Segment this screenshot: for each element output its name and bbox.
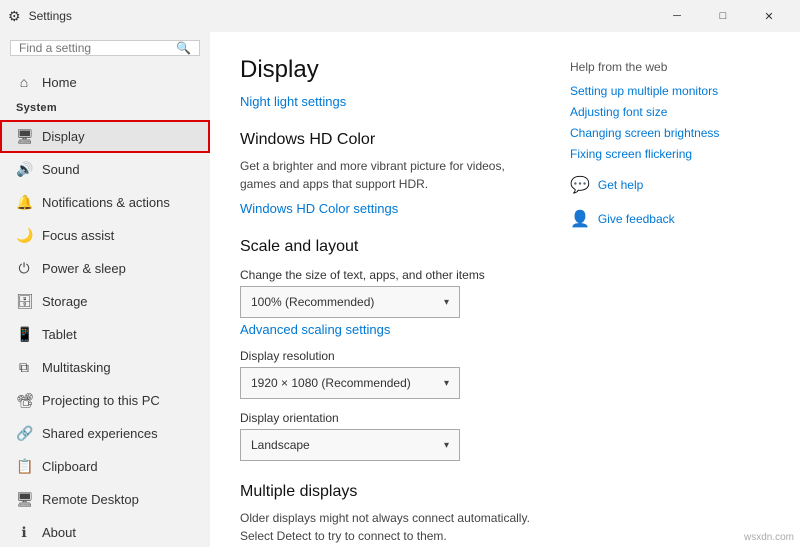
tablet-icon: 📱 (16, 326, 32, 343)
get-help-action[interactable]: 💬 Get help (570, 175, 770, 195)
search-box[interactable]: 🔍 (10, 40, 200, 56)
resolution-dropdown[interactable]: 1920 × 1080 (Recommended) ▾ (240, 367, 460, 399)
sidebar-item-notifications[interactable]: 🔔 Notifications & actions (0, 186, 210, 219)
hd-color-desc: Get a brighter and more vibrant picture … (240, 157, 530, 193)
sidebar-clipboard-label: Clipboard (42, 459, 98, 474)
sidebar-power-label: Power & sleep (42, 261, 126, 276)
help-title: Help from the web (570, 60, 770, 74)
sidebar-item-projecting[interactable]: 📽 Projecting to this PC (0, 384, 210, 417)
page-title: Display (240, 56, 530, 84)
sound-icon: 🔊 (16, 161, 32, 178)
resolution-label: Display resolution (240, 349, 530, 363)
sidebar: 🔍 ⌂ Home System 🖥 Display 🔊 Sound 🔔 Noti… (0, 32, 210, 547)
close-button[interactable]: ✕ (746, 0, 792, 32)
title-bar: ⚙ Settings ─ □ ✕ (0, 0, 800, 32)
home-icon: ⌂ (16, 74, 32, 90)
give-feedback-action[interactable]: 👤 Give feedback (570, 209, 770, 229)
help-link-font[interactable]: Adjusting font size (570, 105, 770, 119)
sidebar-item-sound[interactable]: 🔊 Sound (0, 153, 210, 186)
night-light-link[interactable]: Night light settings (240, 94, 346, 109)
sidebar-item-home[interactable]: ⌂ Home (0, 66, 210, 98)
scale-section: Scale and layout Change the size of text… (240, 238, 530, 461)
multiple-displays-desc: Older displays might not always connect … (240, 509, 530, 545)
maximize-button[interactable]: □ (700, 0, 746, 32)
get-help-icon: 💬 (570, 175, 590, 195)
sidebar-display-label: Display (42, 129, 85, 144)
sidebar-item-storage[interactable]: 🗄 Storage (0, 285, 210, 318)
scale-title: Scale and layout (240, 238, 530, 256)
help-sidebar: Help from the web Setting up multiple mo… (570, 56, 770, 523)
about-icon: ℹ (16, 524, 32, 541)
sidebar-item-remote[interactable]: 🖥 Remote Desktop (0, 483, 210, 516)
help-link-monitors[interactable]: Setting up multiple monitors (570, 84, 770, 98)
give-feedback-icon: 👤 (570, 209, 590, 229)
scale-value: 100% (Recommended) (251, 295, 374, 309)
sidebar-item-multitasking[interactable]: ⧉ Multitasking (0, 351, 210, 384)
resolution-value: 1920 × 1080 (Recommended) (251, 376, 411, 390)
orientation-dropdown-arrow: ▾ (444, 440, 449, 451)
orientation-label: Display orientation (240, 411, 530, 425)
hd-color-section: Windows HD Color Get a brighter and more… (240, 131, 530, 216)
multitasking-icon: ⧉ (16, 359, 32, 376)
remote-icon: 🖥 (16, 491, 32, 508)
multiple-displays-section: Multiple displays Older displays might n… (240, 483, 530, 547)
scale-change-label: Change the size of text, apps, and other… (240, 268, 530, 282)
sidebar-storage-label: Storage (42, 294, 88, 309)
storage-icon: 🗄 (16, 293, 32, 310)
sidebar-item-tablet[interactable]: 📱 Tablet (0, 318, 210, 351)
resolution-dropdown-arrow: ▾ (444, 378, 449, 389)
help-link-flickering[interactable]: Fixing screen flickering (570, 147, 770, 161)
search-input[interactable] (19, 41, 176, 55)
content-area: Display Night light settings Windows HD … (210, 32, 800, 547)
orientation-value: Landscape (251, 438, 310, 452)
system-section-label: System (0, 98, 210, 120)
sidebar-focus-label: Focus assist (42, 228, 114, 243)
shared-icon: 🔗 (16, 425, 32, 442)
sidebar-item-focus[interactable]: 🌙 Focus assist (0, 219, 210, 252)
sidebar-item-shared[interactable]: 🔗 Shared experiences (0, 417, 210, 450)
app-icon: ⚙ (8, 8, 21, 25)
multiple-displays-title: Multiple displays (240, 483, 530, 501)
watermark: wsxdn.com (744, 532, 794, 543)
help-link-brightness[interactable]: Changing screen brightness (570, 126, 770, 140)
app-body: 🔍 ⌂ Home System 🖥 Display 🔊 Sound 🔔 Noti… (0, 32, 800, 547)
orientation-dropdown[interactable]: Landscape ▾ (240, 429, 460, 461)
resolution-wrapper: Display resolution 1920 × 1080 (Recommen… (240, 349, 530, 399)
minimize-button[interactable]: ─ (654, 0, 700, 32)
power-icon: ⏻ (16, 260, 32, 277)
get-help-label: Get help (598, 178, 643, 192)
sidebar-sound-label: Sound (42, 162, 80, 177)
sidebar-shared-label: Shared experiences (42, 426, 158, 441)
sidebar-item-power[interactable]: ⏻ Power & sleep (0, 252, 210, 285)
display-icon: 🖥 (16, 128, 32, 145)
advanced-scaling-link[interactable]: Advanced scaling settings (240, 322, 390, 337)
scale-dropdown[interactable]: 100% (Recommended) ▾ (240, 286, 460, 318)
search-icon: 🔍 (176, 41, 191, 55)
hd-color-link[interactable]: Windows HD Color settings (240, 201, 398, 216)
sidebar-home-label: Home (42, 75, 77, 90)
sidebar-projecting-label: Projecting to this PC (42, 393, 160, 408)
projecting-icon: 📽 (16, 392, 32, 409)
title-bar-title: Settings (29, 9, 72, 23)
title-bar-left: ⚙ Settings (8, 8, 72, 25)
content-main: Display Night light settings Windows HD … (240, 56, 530, 523)
hd-color-title: Windows HD Color (240, 131, 530, 149)
sidebar-about-label: About (42, 525, 76, 540)
orientation-wrapper: Display orientation Landscape ▾ (240, 411, 530, 461)
focus-icon: 🌙 (16, 227, 32, 244)
sidebar-notifications-label: Notifications & actions (42, 195, 170, 210)
clipboard-icon: 📋 (16, 458, 32, 475)
sidebar-remote-label: Remote Desktop (42, 492, 139, 507)
sidebar-item-clipboard[interactable]: 📋 Clipboard (0, 450, 210, 483)
sidebar-tablet-label: Tablet (42, 327, 77, 342)
scale-dropdown-arrow: ▾ (444, 297, 449, 308)
title-bar-controls: ─ □ ✕ (654, 0, 792, 32)
scale-dropdown-wrapper: Change the size of text, apps, and other… (240, 268, 530, 318)
notifications-icon: 🔔 (16, 194, 32, 211)
sidebar-item-about[interactable]: ℹ About (0, 516, 210, 547)
sidebar-item-display[interactable]: 🖥 Display (0, 120, 210, 153)
give-feedback-label: Give feedback (598, 212, 675, 226)
sidebar-multitasking-label: Multitasking (42, 360, 111, 375)
